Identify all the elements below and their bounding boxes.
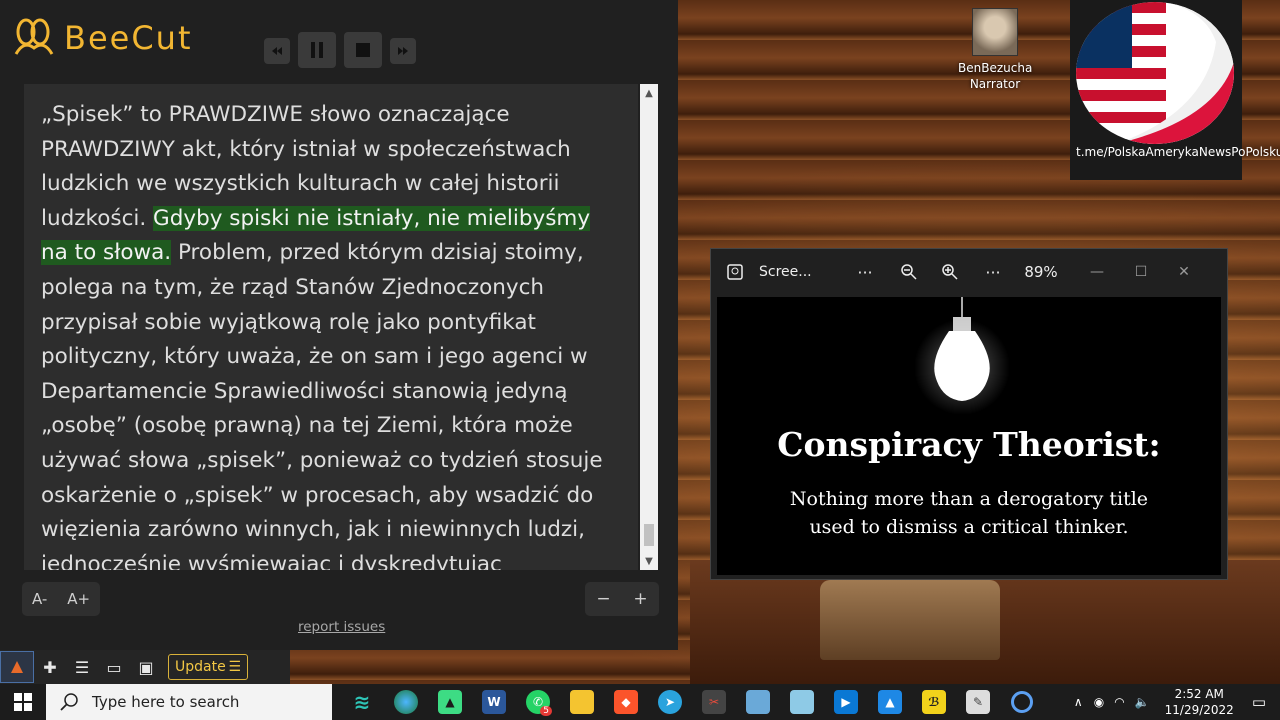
wallet-icon[interactable]: ▣ (130, 652, 162, 682)
volume-icon[interactable]: 🔈 (1135, 695, 1150, 709)
forward-icon (398, 47, 408, 55)
image-canvas: Conspiracy Theorist: Nothing more than a… (717, 297, 1221, 575)
system-tray: ∧ ◉ ◠ 🔈 2:52 AM 11/29/2022 ▭ (1068, 684, 1280, 720)
network-icon[interactable]: ◉ (1094, 695, 1104, 709)
telegram-icon[interactable]: ➤ (648, 684, 692, 720)
update-button[interactable]: Update ☰ (168, 654, 248, 680)
zoom-out-button[interactable]: − (596, 589, 610, 609)
clock[interactable]: 2:52 AM 11/29/2022 (1165, 686, 1234, 718)
zoom-level: 89% (1024, 263, 1058, 281)
narrator-webcam: BenBezucha Narrator (958, 8, 1032, 92)
update-label: Update (175, 659, 226, 675)
chevron-up-icon[interactable]: ∧ (1074, 695, 1083, 709)
video-editor-icon[interactable]: ✂ (692, 684, 736, 720)
paint-icon[interactable]: ✎ (956, 684, 1000, 720)
pause-button[interactable] (298, 32, 336, 68)
bee-logo-icon (14, 18, 54, 55)
extension-toolbar: ✚ ☰ ▭ ▣ Update ☰ (0, 650, 290, 684)
media-player-icon[interactable]: ▶ (824, 684, 868, 720)
file-explorer-icon[interactable] (560, 684, 604, 720)
taskbar-pinned-apps: ≋ ▲ W ✆ 5 ◆ ➤ ✂ ▶ ▲ ℬ ✎ (340, 684, 1044, 720)
notes-app-icon[interactable] (780, 684, 824, 720)
wifi-icon[interactable]: ◠ (1114, 695, 1124, 709)
reader-extension-icon[interactable] (0, 651, 34, 683)
image-subtitle-line-1: Nothing more than a derogatory title (789, 488, 1149, 510)
brand: BeeCut (10, 18, 193, 58)
reading-text: „Spisek” to PRAWDZIWE słowo oznaczające … (24, 84, 638, 570)
brave-browser-icon[interactable]: ◆ (604, 684, 648, 720)
us-poland-flag-icon (1076, 2, 1234, 144)
cortana-icon[interactable] (1000, 684, 1044, 720)
search-icon (60, 693, 78, 711)
photos-titlebar: Scree... ··· ··· 89% — ☐ ✕ (711, 249, 1227, 295)
menu-icon: ☰ (228, 659, 241, 675)
font-size-controls: A- A+ (22, 582, 100, 616)
minimize-icon[interactable]: — (1075, 264, 1119, 280)
stop-icon (356, 43, 370, 57)
rewind-icon (272, 47, 282, 55)
zoom-controls: − + (585, 582, 659, 616)
font-decrease-button[interactable]: A- (32, 590, 47, 608)
maximize-icon[interactable]: ☐ (1119, 264, 1163, 280)
sidebar-icon[interactable]: ▭ (98, 652, 130, 682)
pause-icon (311, 42, 323, 58)
zoom-in-button[interactable]: + (633, 589, 647, 609)
font-increase-button[interactable]: A+ (67, 590, 90, 608)
close-icon[interactable]: ✕ (1163, 264, 1205, 280)
report-issues-link[interactable]: report issues (298, 619, 385, 635)
narrator-role: Narrator (969, 77, 1021, 91)
start-button[interactable] (0, 684, 46, 720)
playlist-icon[interactable]: ☰ (66, 652, 98, 682)
photos-icon[interactable]: ▲ (868, 684, 912, 720)
whatsapp-badge: 5 (540, 706, 552, 716)
scroll-thumb[interactable] (644, 524, 654, 546)
avatar (972, 8, 1018, 56)
narrator-name: BenBezucha (958, 61, 1033, 75)
photos-window: Scree... ··· ··· 89% — ☐ ✕ Conspiracy Th… (710, 248, 1228, 580)
scroll-down-arrow-icon[interactable]: ▼ (640, 552, 658, 570)
zoom-in-icon[interactable] (931, 264, 969, 280)
puzzle-icon[interactable]: ✚ (34, 652, 66, 682)
clock-time: 2:52 AM (1174, 687, 1224, 701)
beecut-icon[interactable]: ℬ (912, 684, 956, 720)
reading-text-area[interactable]: „Spisek” to PRAWDZIWE słowo oznaczające … (24, 84, 638, 570)
image-subtitle: Nothing more than a derogatory title use… (717, 485, 1221, 541)
image-app-icon[interactable] (736, 684, 780, 720)
clock-date: 11/29/2022 (1164, 703, 1234, 717)
word-icon[interactable]: W (472, 684, 516, 720)
forward-button[interactable] (390, 38, 416, 64)
browser-globe-icon[interactable] (384, 684, 428, 720)
window-title: Scree... (759, 264, 812, 280)
zoom-out-icon[interactable] (887, 264, 931, 280)
reader-panel: BeeCut „Spisek” to PRAWDZIWE słowo oznac… (0, 0, 678, 650)
taskbar-search-input[interactable]: Type here to search (46, 684, 332, 720)
photo-app-icon[interactable] (711, 264, 759, 280)
channel-overlay: t.me/PolskaAmerykaNewsPoPolsku (1070, 0, 1280, 180)
text-scrollbar[interactable]: ▲ ▼ (640, 84, 658, 570)
whatsapp-icon[interactable]: ✆ 5 (516, 684, 560, 720)
background-couch (820, 580, 1000, 660)
windows-taskbar: Type here to search ≋ ▲ W ✆ 5 ◆ ➤ ✂ ▶ ▲ … (0, 684, 1280, 720)
image-title: Conspiracy Theorist: (777, 425, 1161, 464)
more-options-icon[interactable]: ··· (843, 263, 887, 282)
brand-name: BeeCut (64, 19, 193, 57)
search-placeholder: Type here to search (92, 693, 240, 711)
android-icon[interactable]: ▲ (428, 684, 472, 720)
windows-logo-icon (14, 693, 32, 711)
vectorworks-icon[interactable]: ≋ (340, 684, 384, 720)
scroll-up-arrow-icon[interactable]: ▲ (640, 84, 658, 102)
text-after: Problem, przed którym dzisiaj stoimy, po… (41, 240, 603, 570)
light-bulb-icon (914, 297, 1010, 415)
image-subtitle-line-2: used to dismiss a critical thinker. (809, 516, 1129, 538)
notification-icon[interactable]: ▭ (1252, 693, 1266, 711)
stop-button[interactable] (344, 32, 382, 68)
rewind-button[interactable] (264, 38, 290, 64)
overflow-menu-icon[interactable]: ··· (969, 263, 1017, 282)
channel-link: t.me/PolskaAmerykaNewsPoPolsku (1076, 145, 1280, 159)
